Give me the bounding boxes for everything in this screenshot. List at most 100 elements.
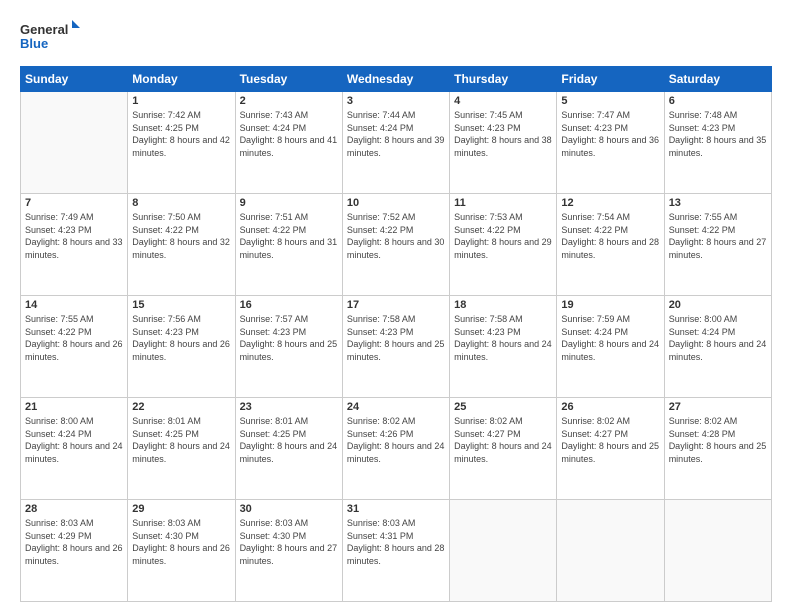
cell-0-1: 1 Sunrise: 7:42 AMSunset: 4:25 PMDayligh… [128,92,235,194]
cell-3-4: 25 Sunrise: 8:02 AMSunset: 4:27 PMDaylig… [450,398,557,500]
day-number: 27 [669,401,767,413]
cell-1-1: 8 Sunrise: 7:50 AMSunset: 4:22 PMDayligh… [128,194,235,296]
cell-4-3: 31 Sunrise: 8:03 AMSunset: 4:31 PMDaylig… [342,500,449,602]
day-info: Sunrise: 8:01 AMSunset: 4:25 PMDaylight:… [240,416,338,464]
day-info: Sunrise: 8:03 AMSunset: 4:31 PMDaylight:… [347,518,445,566]
cell-1-6: 13 Sunrise: 7:55 AMSunset: 4:22 PMDaylig… [664,194,771,296]
cell-3-3: 24 Sunrise: 8:02 AMSunset: 4:26 PMDaylig… [342,398,449,500]
day-info: Sunrise: 7:51 AMSunset: 4:22 PMDaylight:… [240,212,338,260]
cell-0-3: 3 Sunrise: 7:44 AMSunset: 4:24 PMDayligh… [342,92,449,194]
week-row-2: 14 Sunrise: 7:55 AMSunset: 4:22 PMDaylig… [21,296,772,398]
day-number: 6 [669,95,767,107]
day-number: 7 [25,197,123,209]
cell-3-6: 27 Sunrise: 8:02 AMSunset: 4:28 PMDaylig… [664,398,771,500]
day-number: 25 [454,401,552,413]
day-info: Sunrise: 8:02 AMSunset: 4:27 PMDaylight:… [454,416,552,464]
header-thursday: Thursday [450,67,557,92]
day-info: Sunrise: 7:47 AMSunset: 4:23 PMDaylight:… [561,110,659,158]
day-number: 3 [347,95,445,107]
cell-4-0: 28 Sunrise: 8:03 AMSunset: 4:29 PMDaylig… [21,500,128,602]
day-info: Sunrise: 8:00 AMSunset: 4:24 PMDaylight:… [669,314,767,362]
logo: General Blue [20,18,80,56]
day-info: Sunrise: 8:01 AMSunset: 4:25 PMDaylight:… [132,416,230,464]
cell-0-6: 6 Sunrise: 7:48 AMSunset: 4:23 PMDayligh… [664,92,771,194]
day-info: Sunrise: 8:03 AMSunset: 4:30 PMDaylight:… [240,518,338,566]
cell-2-5: 19 Sunrise: 7:59 AMSunset: 4:24 PMDaylig… [557,296,664,398]
day-number: 31 [347,503,445,515]
day-info: Sunrise: 7:43 AMSunset: 4:24 PMDaylight:… [240,110,338,158]
cell-2-6: 20 Sunrise: 8:00 AMSunset: 4:24 PMDaylig… [664,296,771,398]
header-tuesday: Tuesday [235,67,342,92]
week-row-0: 1 Sunrise: 7:42 AMSunset: 4:25 PMDayligh… [21,92,772,194]
day-info: Sunrise: 7:55 AMSunset: 4:22 PMDaylight:… [25,314,123,362]
day-number: 15 [132,299,230,311]
day-number: 5 [561,95,659,107]
header-friday: Friday [557,67,664,92]
cell-2-0: 14 Sunrise: 7:55 AMSunset: 4:22 PMDaylig… [21,296,128,398]
day-number: 20 [669,299,767,311]
day-info: Sunrise: 8:02 AMSunset: 4:27 PMDaylight:… [561,416,659,464]
cell-1-4: 11 Sunrise: 7:53 AMSunset: 4:22 PMDaylig… [450,194,557,296]
day-info: Sunrise: 7:53 AMSunset: 4:22 PMDaylight:… [454,212,552,260]
day-number: 12 [561,197,659,209]
day-number: 9 [240,197,338,209]
day-number: 13 [669,197,767,209]
day-info: Sunrise: 7:58 AMSunset: 4:23 PMDaylight:… [347,314,445,362]
day-number: 2 [240,95,338,107]
day-number: 10 [347,197,445,209]
day-info: Sunrise: 7:42 AMSunset: 4:25 PMDaylight:… [132,110,230,158]
cell-2-4: 18 Sunrise: 7:58 AMSunset: 4:23 PMDaylig… [450,296,557,398]
cell-3-1: 22 Sunrise: 8:01 AMSunset: 4:25 PMDaylig… [128,398,235,500]
day-number: 23 [240,401,338,413]
cell-2-2: 16 Sunrise: 7:57 AMSunset: 4:23 PMDaylig… [235,296,342,398]
day-number: 19 [561,299,659,311]
cell-2-3: 17 Sunrise: 7:58 AMSunset: 4:23 PMDaylig… [342,296,449,398]
header-sunday: Sunday [21,67,128,92]
day-info: Sunrise: 7:56 AMSunset: 4:23 PMDaylight:… [132,314,230,362]
cell-1-2: 9 Sunrise: 7:51 AMSunset: 4:22 PMDayligh… [235,194,342,296]
day-number: 26 [561,401,659,413]
day-number: 29 [132,503,230,515]
week-row-4: 28 Sunrise: 8:03 AMSunset: 4:29 PMDaylig… [21,500,772,602]
logo-svg: General Blue [20,18,80,56]
day-number: 22 [132,401,230,413]
day-info: Sunrise: 8:00 AMSunset: 4:24 PMDaylight:… [25,416,123,464]
week-row-1: 7 Sunrise: 7:49 AMSunset: 4:23 PMDayligh… [21,194,772,296]
cell-2-1: 15 Sunrise: 7:56 AMSunset: 4:23 PMDaylig… [128,296,235,398]
day-info: Sunrise: 7:50 AMSunset: 4:22 PMDaylight:… [132,212,230,260]
cell-4-6 [664,500,771,602]
day-info: Sunrise: 7:45 AMSunset: 4:23 PMDaylight:… [454,110,552,158]
cell-3-2: 23 Sunrise: 8:01 AMSunset: 4:25 PMDaylig… [235,398,342,500]
day-number: 8 [132,197,230,209]
cell-3-0: 21 Sunrise: 8:00 AMSunset: 4:24 PMDaylig… [21,398,128,500]
cell-1-0: 7 Sunrise: 7:49 AMSunset: 4:23 PMDayligh… [21,194,128,296]
cell-1-5: 12 Sunrise: 7:54 AMSunset: 4:22 PMDaylig… [557,194,664,296]
day-info: Sunrise: 8:03 AMSunset: 4:29 PMDaylight:… [25,518,123,566]
cell-0-5: 5 Sunrise: 7:47 AMSunset: 4:23 PMDayligh… [557,92,664,194]
day-number: 11 [454,197,552,209]
svg-text:General: General [20,22,68,37]
day-info: Sunrise: 8:03 AMSunset: 4:30 PMDaylight:… [132,518,230,566]
calendar-header-row: SundayMondayTuesdayWednesdayThursdayFrid… [21,67,772,92]
day-number: 14 [25,299,123,311]
cell-4-4 [450,500,557,602]
calendar-table: SundayMondayTuesdayWednesdayThursdayFrid… [20,66,772,602]
header-saturday: Saturday [664,67,771,92]
cell-4-2: 30 Sunrise: 8:03 AMSunset: 4:30 PMDaylig… [235,500,342,602]
day-info: Sunrise: 7:49 AMSunset: 4:23 PMDaylight:… [25,212,123,260]
day-number: 1 [132,95,230,107]
cell-0-0 [21,92,128,194]
day-number: 4 [454,95,552,107]
header-wednesday: Wednesday [342,67,449,92]
day-info: Sunrise: 8:02 AMSunset: 4:28 PMDaylight:… [669,416,767,464]
header: General Blue [20,18,772,56]
day-number: 16 [240,299,338,311]
day-info: Sunrise: 7:55 AMSunset: 4:22 PMDaylight:… [669,212,767,260]
day-number: 17 [347,299,445,311]
header-monday: Monday [128,67,235,92]
day-number: 30 [240,503,338,515]
svg-text:Blue: Blue [20,36,48,51]
day-number: 24 [347,401,445,413]
day-info: Sunrise: 7:54 AMSunset: 4:22 PMDaylight:… [561,212,659,260]
day-info: Sunrise: 8:02 AMSunset: 4:26 PMDaylight:… [347,416,445,464]
